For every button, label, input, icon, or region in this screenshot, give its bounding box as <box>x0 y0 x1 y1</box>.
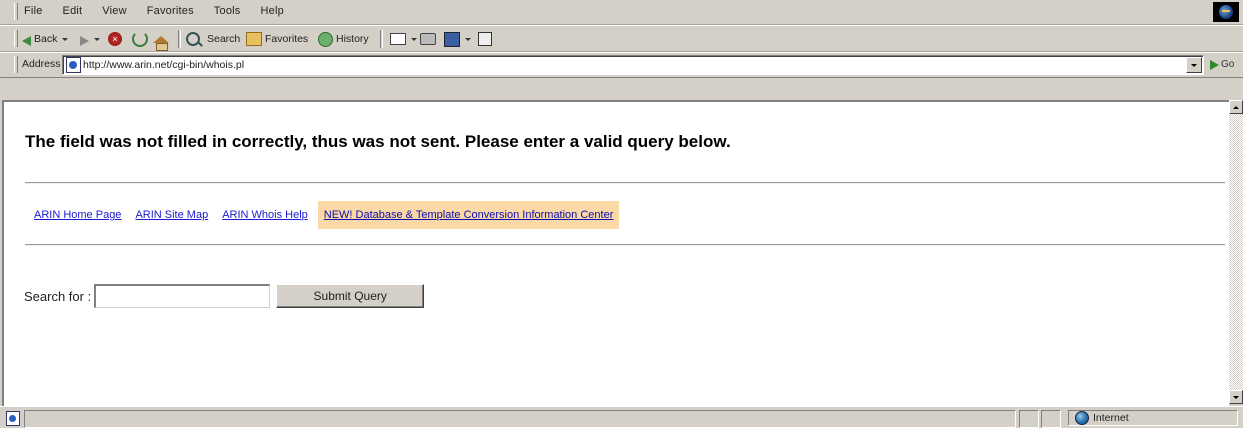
standard-toolbar: Back × Search Favorites History <box>0 25 1243 52</box>
chevron-down-icon <box>1233 395 1239 399</box>
search-icon <box>186 32 200 46</box>
go-arrow-icon <box>1210 59 1219 70</box>
history-button[interactable]: History <box>318 30 369 48</box>
back-dropdown-icon[interactable] <box>62 37 69 41</box>
stop-button[interactable]: × <box>108 30 122 48</box>
stop-icon: × <box>108 32 122 46</box>
history-icon <box>318 31 333 47</box>
mail-icon <box>390 33 406 45</box>
menu-items: File Edit View Favorites Tools Help <box>24 5 284 17</box>
toolbar-grip[interactable] <box>14 30 18 47</box>
security-zone-pane: Internet <box>1068 410 1238 426</box>
search-label: Search <box>207 33 241 45</box>
content-top-margin <box>0 78 1243 100</box>
refresh-button[interactable] <box>132 30 148 48</box>
address-field[interactable] <box>62 55 1204 75</box>
scroll-up-button[interactable] <box>1229 100 1243 114</box>
nav-links: ARIN Home Page ARIN Site Map ARIN Whois … <box>34 201 620 229</box>
toolbar-separator <box>380 30 383 48</box>
go-button[interactable]: Go <box>1210 56 1234 73</box>
forward-arrow-icon <box>80 35 89 46</box>
page-icon <box>66 57 81 73</box>
status-progress-pane <box>1019 410 1039 428</box>
forward-button[interactable] <box>80 30 100 48</box>
back-button[interactable]: Back <box>22 30 69 48</box>
address-bar: Address Go <box>0 52 1243 78</box>
address-bar-grip[interactable] <box>14 56 18 73</box>
discuss-button[interactable] <box>478 30 492 48</box>
globe-icon <box>1075 411 1089 425</box>
menu-tools[interactable]: Tools <box>214 5 241 17</box>
back-label: Back <box>34 33 58 45</box>
search-form: Search for : Submit Query <box>24 284 425 308</box>
discuss-icon <box>478 32 492 46</box>
go-label: Go <box>1221 59 1235 70</box>
new-link-highlight: NEW! Database & Template Conversion Info… <box>317 201 620 229</box>
back-arrow-icon <box>22 35 31 46</box>
favorites-button[interactable]: Favorites <box>246 30 308 48</box>
chevron-up-icon <box>1233 105 1239 109</box>
horizontal-rule <box>25 182 1225 184</box>
browser-window: File Edit View Favorites Tools Help Back… <box>0 0 1243 428</box>
status-text-pane <box>24 410 1016 428</box>
refresh-icon <box>132 31 148 47</box>
search-button[interactable]: Search <box>186 30 240 48</box>
menu-view[interactable]: View <box>102 5 126 17</box>
scroll-down-button[interactable] <box>1229 390 1243 404</box>
menu-bar-grip[interactable] <box>14 3 18 20</box>
status-security-pane <box>1041 410 1061 428</box>
page-status-icon <box>6 411 20 426</box>
chevron-down-icon <box>1191 63 1197 67</box>
print-icon <box>420 33 436 45</box>
menu-edit[interactable]: Edit <box>63 5 83 17</box>
edit-dropdown-icon[interactable] <box>465 37 471 41</box>
submit-query-button[interactable]: Submit Query <box>276 284 425 308</box>
horizontal-rule <box>25 244 1225 246</box>
edit-button[interactable] <box>444 30 471 48</box>
link-arin-whois-help[interactable]: ARIN Whois Help <box>222 209 308 221</box>
address-input[interactable] <box>83 57 1163 72</box>
mail-button[interactable] <box>390 30 417 48</box>
link-arin-home[interactable]: ARIN Home Page <box>34 209 121 221</box>
zone-label: Internet <box>1093 412 1129 424</box>
ie-logo-icon <box>1213 2 1239 22</box>
toolbar-separator <box>178 30 181 48</box>
mail-dropdown-icon[interactable] <box>411 37 417 41</box>
favorites-label: Favorites <box>265 33 309 45</box>
vertical-scrollbar[interactable] <box>1229 100 1243 404</box>
home-icon <box>153 35 169 51</box>
home-button[interactable] <box>153 30 169 51</box>
menu-favorites[interactable]: Favorites <box>147 5 194 17</box>
forward-dropdown-icon[interactable] <box>94 37 100 41</box>
menu-help[interactable]: Help <box>260 5 283 17</box>
search-input[interactable] <box>94 284 271 308</box>
menu-file[interactable]: File <box>24 5 43 17</box>
search-for-label: Search for : <box>24 288 92 304</box>
address-label: Address <box>22 58 61 70</box>
history-label: History <box>336 33 369 45</box>
edit-icon <box>444 31 460 47</box>
favorites-icon <box>246 32 262 46</box>
link-arin-site-map[interactable]: ARIN Site Map <box>135 209 208 221</box>
menu-bar: File Edit View Favorites Tools Help <box>0 0 1243 25</box>
page-title: The field was not filled in correctly, t… <box>25 132 731 151</box>
link-database-conversion-center[interactable]: NEW! Database & Template Conversion Info… <box>324 209 614 221</box>
status-bar: Internet <box>0 406 1243 428</box>
address-dropdown-button[interactable] <box>1186 57 1202 73</box>
print-button[interactable] <box>420 30 436 48</box>
page-content: The field was not filled in correctly, t… <box>2 100 1229 406</box>
